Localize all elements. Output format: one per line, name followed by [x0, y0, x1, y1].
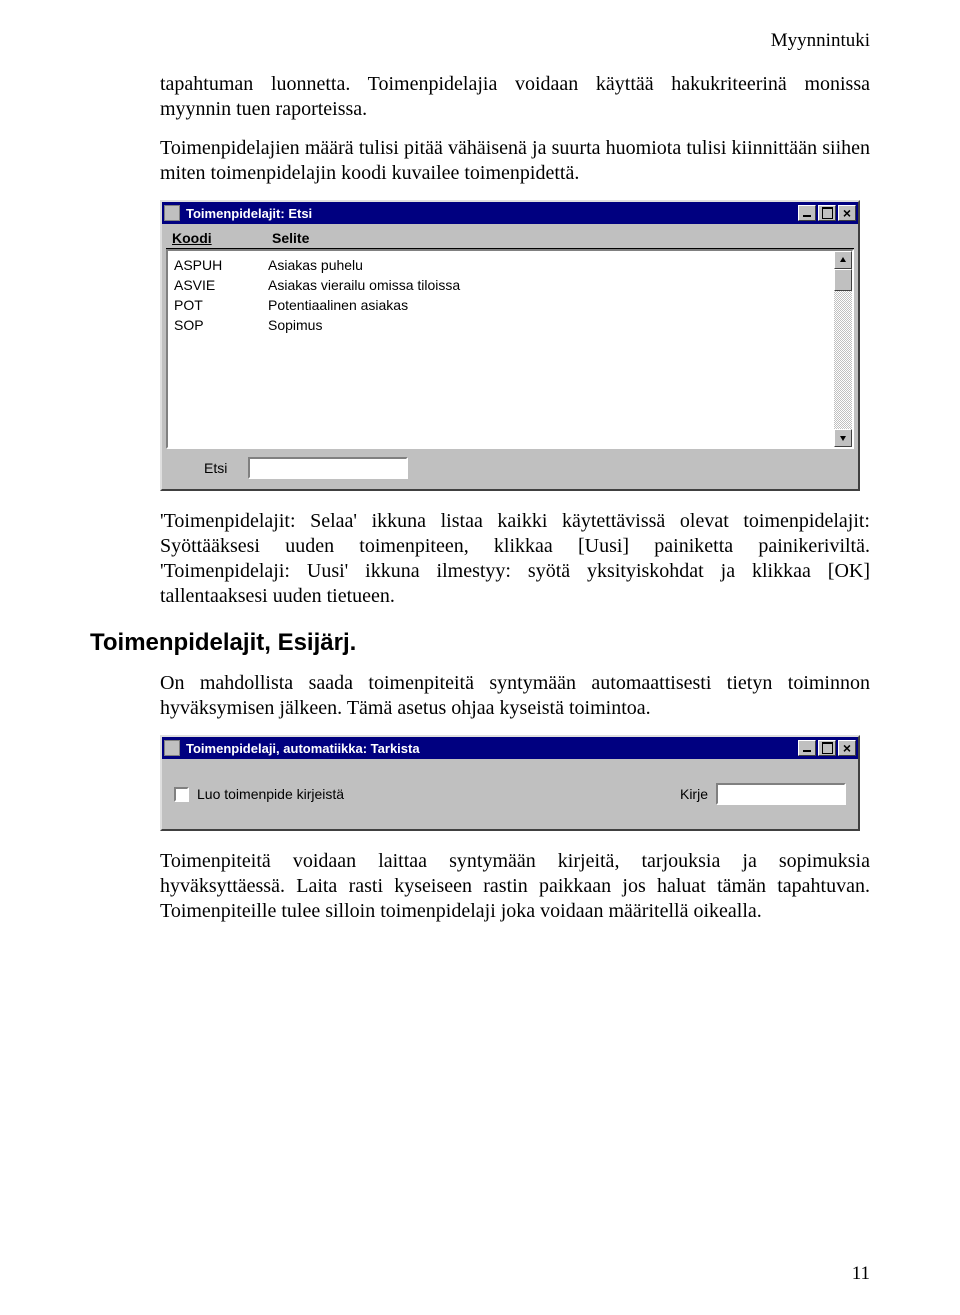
luo-toimenpide-checkbox[interactable]: [174, 787, 189, 802]
kirje-label: Kirje: [680, 786, 708, 802]
cell-selite: Potentiaalinen asiakas: [268, 295, 828, 315]
etsi-label: Etsi: [204, 460, 248, 476]
paragraph-3: 'Toimenpidelajit: Selaa' ikkuna listaa k…: [160, 509, 870, 609]
titlebar[interactable]: Toimenpidelaji, automatiikka: Tarkista: [162, 737, 858, 759]
table-row[interactable]: POT Potentiaalinen asiakas: [174, 295, 828, 315]
window-title: Toimenpidelajit: Etsi: [184, 206, 796, 221]
paragraph-2: Toimenpidelajien määrä tulisi pitää vähä…: [160, 136, 870, 186]
etsi-input[interactable]: [248, 457, 408, 479]
scroll-down-button[interactable]: [834, 429, 852, 447]
maximize-button[interactable]: [818, 205, 836, 221]
scrollbar-track[interactable]: [834, 291, 852, 429]
window-icon: [164, 740, 180, 756]
minimize-button[interactable]: [798, 740, 816, 756]
window-toimenpidelaji-automatiikka: Toimenpidelaji, automatiikka: Tarkista L…: [160, 735, 860, 831]
page-number: 11: [852, 1263, 870, 1285]
table-row[interactable]: SOP Sopimus: [174, 315, 828, 335]
scrollbar-thumb[interactable]: [834, 269, 852, 291]
cell-koodi: ASPUH: [174, 255, 268, 275]
kirje-input[interactable]: [716, 783, 846, 805]
table-row[interactable]: ASPUH Asiakas puhelu: [174, 255, 828, 275]
paragraph-1: tapahtuman luonnetta. Toimenpidelajia vo…: [160, 72, 870, 122]
maximize-button[interactable]: [818, 740, 836, 756]
column-selite: Selite: [272, 230, 848, 246]
window-toimenpidelajit-etsi: Toimenpidelajit: Etsi Koodi Selite ASPUH…: [160, 200, 860, 491]
window-title: Toimenpidelaji, automatiikka: Tarkista: [184, 741, 796, 756]
scroll-up-button[interactable]: [834, 251, 852, 269]
cell-koodi: ASVIE: [174, 275, 268, 295]
window-icon: [164, 205, 180, 221]
table-row[interactable]: ASVIE Asiakas vierailu omissa tiloissa: [174, 275, 828, 295]
paragraph-4: On mahdollista saada toimenpiteitä synty…: [160, 671, 870, 721]
close-button[interactable]: [838, 740, 856, 756]
page-header: Myynnintuki: [90, 30, 870, 52]
minimize-button[interactable]: [798, 205, 816, 221]
column-headers: Koodi Selite: [166, 228, 854, 249]
cell-selite: Sopimus: [268, 315, 828, 335]
list-area: ASPUH Asiakas puhelu ASVIE Asiakas viera…: [166, 249, 854, 449]
paragraph-5: Toimenpiteitä voidaan laittaa syntymään …: [160, 849, 870, 924]
cell-selite: Asiakas vierailu omissa tiloissa: [268, 275, 828, 295]
cell-selite: Asiakas puhelu: [268, 255, 828, 275]
close-button[interactable]: [838, 205, 856, 221]
cell-koodi: SOP: [174, 315, 268, 335]
scrollbar[interactable]: [834, 251, 852, 447]
column-koodi[interactable]: Koodi: [172, 230, 272, 246]
checkbox-label: Luo toimenpide kirjeistä: [197, 786, 344, 802]
cell-koodi: POT: [174, 295, 268, 315]
titlebar[interactable]: Toimenpidelajit: Etsi: [162, 202, 858, 224]
section-heading: Toimenpidelajit, Esijärj.: [90, 629, 870, 657]
